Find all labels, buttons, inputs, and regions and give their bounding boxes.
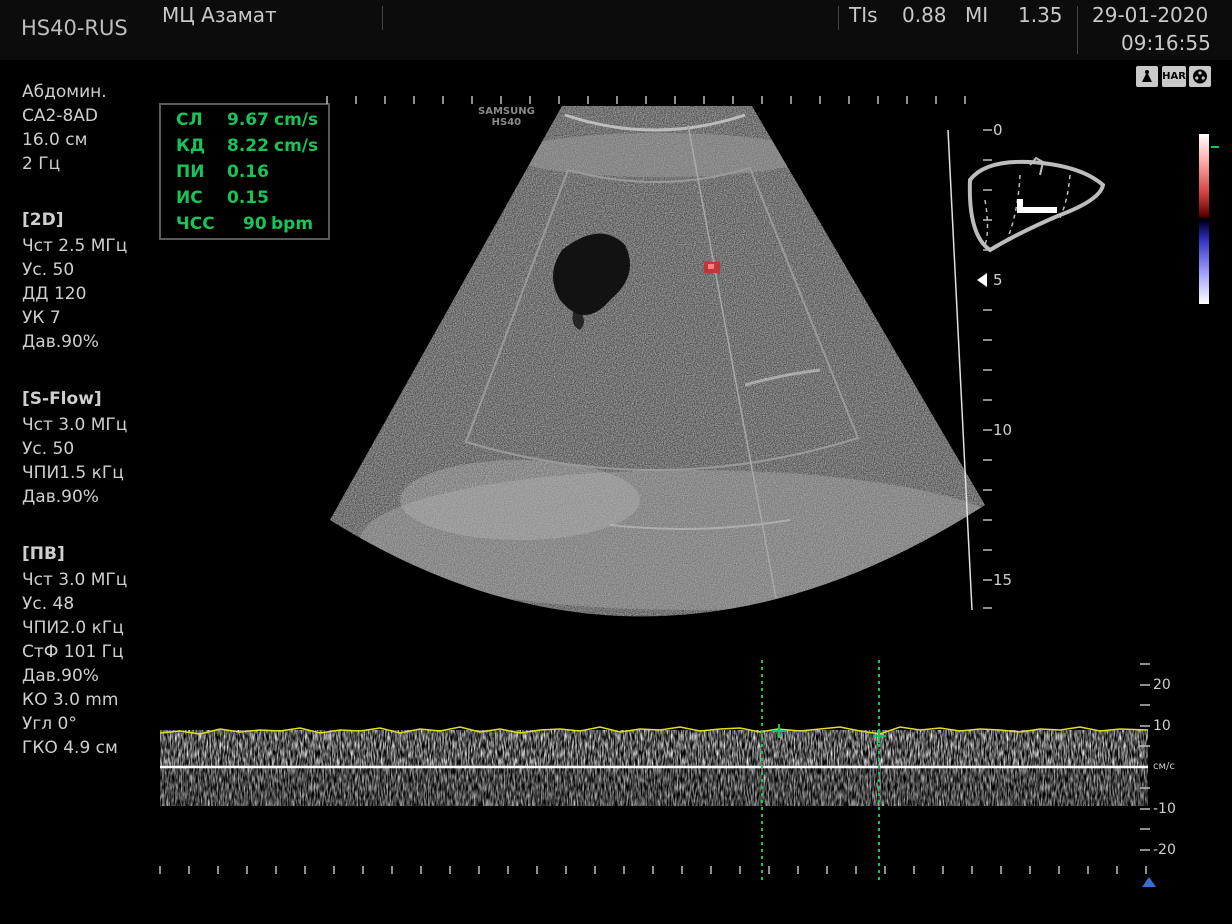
velocity-unit: см/с (1153, 761, 1175, 772)
depth-label-10: 10 (993, 421, 1013, 439)
velocity-label-minus20: -20 (1153, 842, 1176, 858)
color-bar-marker (1211, 146, 1219, 148)
velocity-label-20: 20 (1153, 677, 1171, 693)
velocity-label-10: 10 (1153, 718, 1171, 734)
bmode-sector (330, 106, 985, 617)
baseline-marker-icon (1142, 877, 1156, 887)
liver-bodymarker-icon (967, 156, 1106, 253)
spectral-doppler (159, 726, 1149, 806)
depth-scale (983, 129, 992, 609)
depth-label-5: 5 (993, 271, 1003, 289)
time-ruler (159, 866, 1147, 874)
top-ruler (326, 96, 966, 104)
watermark: SAMSUNG HS40 (478, 106, 535, 128)
velocity-label-minus10: -10 (1153, 801, 1176, 817)
depth-label-15: 15 (993, 571, 1013, 589)
focus-marker-icon (977, 273, 987, 287)
ultrasound-view (159, 96, 1156, 887)
depth-label-0: 0 (993, 121, 1003, 139)
color-map-bar (1199, 134, 1209, 304)
